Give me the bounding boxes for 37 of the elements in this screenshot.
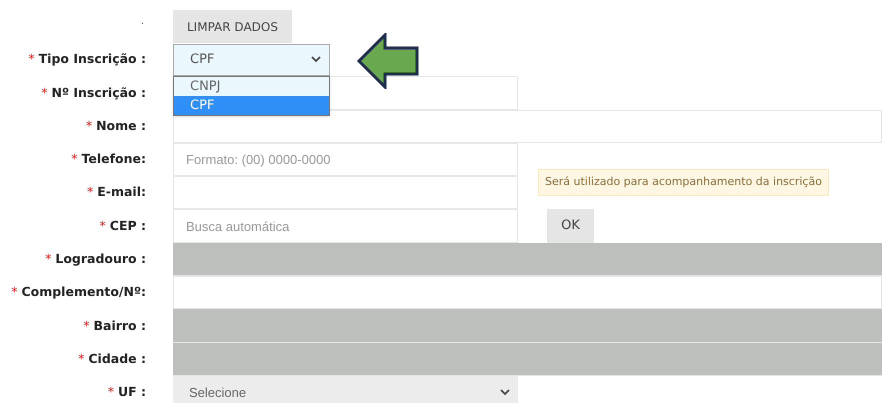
required-mark: * (78, 350, 84, 368)
field-label: Cidade : (88, 350, 146, 368)
field-label: E-mail: (97, 183, 146, 202)
field-label: Complemento/Nº: (21, 283, 146, 302)
chevron-down-icon (500, 389, 510, 396)
required-mark: * (11, 283, 18, 302)
required-mark: * (45, 250, 52, 268)
input-field[interactable]: Formato: (00) 0000-0000 (173, 142, 518, 176)
required-mark: * (86, 116, 92, 135)
required-mark: * (83, 316, 90, 335)
input-field[interactable] (173, 176, 518, 210)
dropdown-option[interactable]: CNPJ (174, 77, 329, 96)
field-label: Tipo Inscrição : (38, 50, 146, 68)
chevron-down-icon (311, 56, 321, 64)
field-label: Nº Inscrição : (52, 84, 146, 102)
type-select[interactable]: CPF (173, 44, 330, 76)
input-field[interactable] (173, 276, 882, 310)
required-mark: * (41, 84, 48, 102)
field-label: Telefone: (81, 150, 146, 168)
top-label: . (140, 15, 144, 29)
required-mark: * (108, 383, 114, 402)
field-label: Logradouro : (55, 250, 146, 268)
required-mark: * (28, 50, 35, 68)
field-label: Nome : (96, 116, 146, 135)
input-field[interactable]: Busca automática (173, 209, 518, 243)
arrow-left-icon (357, 33, 419, 89)
required-mark: * (71, 150, 78, 168)
required-mark: * (86, 183, 94, 202)
clear-button[interactable]: LIMPAR DADOS (173, 10, 292, 43)
input-field[interactable] (173, 110, 882, 143)
required-mark: * (100, 216, 106, 235)
field-label: Bairro : (93, 316, 146, 335)
uf-select[interactable]: Selecione (173, 376, 518, 403)
field-label: CEP : (110, 216, 146, 235)
hint-note: Será utilizado para acompanhamento da inscrição (538, 169, 829, 196)
ok-button[interactable]: OK (547, 209, 594, 243)
field-label: UF : (118, 383, 146, 402)
